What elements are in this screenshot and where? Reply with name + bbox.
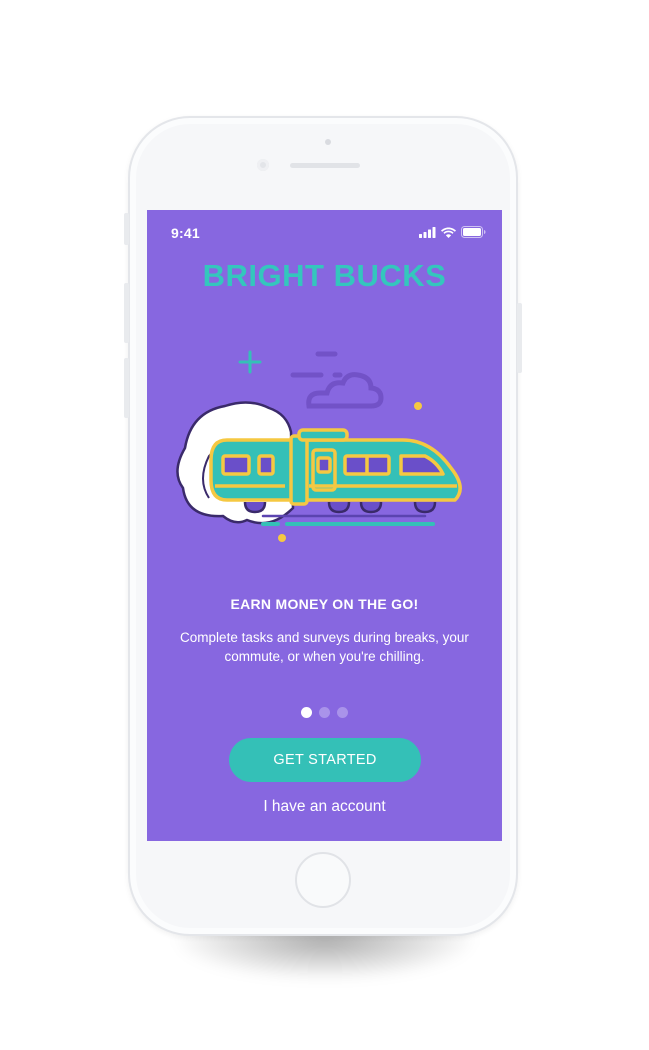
cellular-signal-icon [419, 226, 436, 238]
train-icon [176, 350, 462, 542]
proximity-sensor [325, 139, 331, 145]
app-screen: 9:41 BRIGHT BUCKS EARN MONEY ON THE GO! … [147, 210, 502, 841]
mockup-stage: 9:41 BRIGHT BUCKS EARN MONEY ON THE GO! … [0, 0, 649, 1050]
train-body [209, 428, 462, 506]
pagination-dot-3[interactable] [337, 707, 348, 718]
earpiece-speaker [290, 163, 360, 168]
wifi-icon [441, 227, 456, 238]
onboarding-description: Complete tasks and surveys during breaks… [180, 630, 469, 664]
plus-icon [238, 350, 262, 374]
onboarding-headline: EARN MONEY ON THE GO! [230, 596, 419, 612]
have-account-link[interactable]: I have an account [147, 798, 502, 816]
status-icons [419, 226, 486, 238]
front-camera-icon [257, 159, 269, 171]
sparkle-dot [278, 534, 286, 542]
pagination-dots [147, 707, 502, 718]
sparkle-dot [414, 402, 422, 410]
home-button[interactable] [295, 852, 351, 908]
volume-down-button [124, 358, 129, 418]
get-started-button[interactable]: GET STARTED [229, 738, 421, 782]
mute-switch [124, 213, 129, 245]
brand-title: BRIGHT BUCKS [202, 258, 447, 293]
pagination-dot-2[interactable] [319, 707, 330, 718]
track-lines [261, 514, 435, 526]
pagination-dot-1[interactable] [301, 707, 312, 718]
cloud-icon [290, 351, 384, 409]
battery-icon [461, 226, 486, 238]
volume-up-button [124, 283, 129, 343]
status-time: 9:41 [171, 225, 200, 241]
power-button [517, 303, 522, 373]
